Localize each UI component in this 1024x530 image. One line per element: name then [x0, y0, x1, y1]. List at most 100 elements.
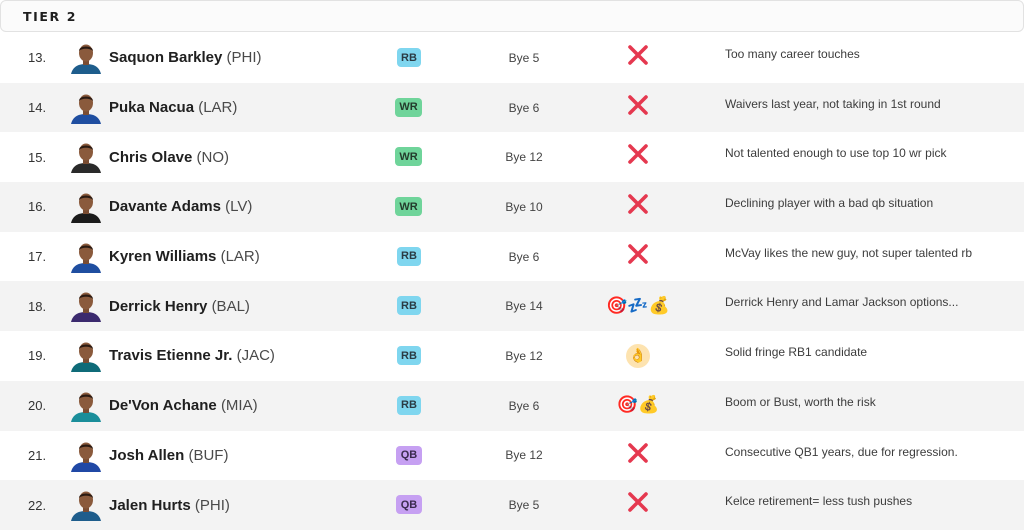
player-team: (BAL): [211, 297, 250, 315]
player-name-cell[interactable]: Derrick Henry (BAL): [109, 298, 250, 315]
player-avatar: [71, 141, 101, 174]
player-note: Solid fringe RB1 candidate: [725, 345, 868, 360]
bye-week: Bye 5: [508, 498, 540, 513]
player-team: (JAC): [236, 347, 275, 365]
player-avatar: [71, 241, 101, 273]
x-mark-icon: [626, 441, 650, 470]
player-rank: 22.: [28, 497, 47, 513]
position-badge: QB: [396, 495, 422, 515]
player-note: Too many career touches: [725, 47, 860, 61]
x-mark-icon: [626, 43, 650, 72]
player-note: Waivers last year, not taking in 1st rou…: [725, 96, 941, 111]
verdict-cell: [590, 33, 686, 82]
player-team: (LAR): [220, 248, 260, 266]
ok-hand-icon: 👌: [626, 343, 650, 368]
bye-week: Bye 5: [508, 50, 540, 65]
player-rank: 20.: [28, 398, 47, 414]
position-badge: RB: [397, 395, 421, 415]
bye-week: Bye 12: [505, 348, 543, 363]
bye-week: Bye 6: [508, 398, 540, 413]
verdict-cell: 🎯 💰: [590, 381, 686, 430]
table-row[interactable]: 20. De'Von Achane (MIA) RB Bye 6 🎯 💰 Boom or B…: [0, 380, 1024, 431]
position-badge: RB: [397, 346, 421, 366]
verdict-cell: [590, 431, 686, 480]
table-row[interactable]: 17. Kyren Williams (LAR) RB Bye 6 McVay like…: [0, 232, 1024, 282]
player-note: Boom or Bust, worth the risk: [725, 394, 876, 409]
player-rank: 18.: [28, 298, 47, 314]
player-rank: 14.: [28, 100, 47, 116]
player-note: Derrick Henry and Lamar Jackson options.…: [725, 295, 959, 310]
bye-week: Bye 12: [505, 448, 543, 463]
player-avatar: [71, 42, 101, 74]
player-rank: 16.: [28, 199, 47, 215]
player-name-cell[interactable]: Josh Allen (BUF): [109, 447, 228, 464]
player-note: Declining player with a bad qb situation: [725, 196, 934, 211]
player-rank: 19.: [28, 348, 47, 364]
player-team: (LAR): [198, 99, 238, 117]
verdict-cell: 🎯 💤 💰: [590, 281, 686, 330]
player-avatar: [71, 489, 101, 522]
sleep-icon: 💤: [627, 295, 649, 316]
bye-week: Bye 6: [508, 249, 540, 264]
player-rank: 17.: [28, 249, 47, 265]
bye-week: Bye 12: [505, 150, 543, 165]
player-name-cell[interactable]: Chris Olave (NO): [109, 149, 229, 166]
player-name-cell[interactable]: Puka Nacua (LAR): [109, 99, 237, 116]
player-name[interactable]: Travis Etienne Jr.: [109, 347, 232, 364]
position-badge: WR: [395, 197, 422, 217]
verdict-cell: [590, 83, 686, 132]
player-name-cell[interactable]: Davante Adams (LV): [109, 198, 252, 215]
player-name[interactable]: Puka Nacua: [109, 99, 194, 116]
player-avatar: [71, 440, 101, 472]
player-name[interactable]: De'Von Achane: [109, 397, 217, 414]
player-avatar: [71, 390, 101, 422]
x-mark-icon: [626, 242, 650, 271]
target-icon: 🎯: [616, 395, 638, 416]
player-name[interactable]: Davante Adams: [109, 198, 221, 215]
player-name-cell[interactable]: De'Von Achane (MIA): [109, 397, 258, 414]
x-mark-icon: [626, 192, 650, 221]
player-note: Not talented enough to use top 10 wr pic…: [725, 146, 947, 161]
player-avatar: [71, 191, 101, 224]
player-team: (MIA): [220, 397, 258, 415]
player-name[interactable]: Derrick Henry: [109, 298, 207, 315]
player-name[interactable]: Jalen Hurts: [109, 497, 191, 514]
bye-week: Bye 10: [505, 199, 543, 214]
player-team: (BUF): [188, 446, 229, 464]
player-name-cell[interactable]: Travis Etienne Jr. (JAC): [109, 347, 275, 364]
table-row[interactable]: 14. Puka Nacua (LAR) WR Bye 6 Waivers last y…: [0, 82, 1024, 133]
player-name[interactable]: Josh Allen: [109, 447, 184, 464]
player-note: Kelce retirement= less tush pushes: [725, 494, 913, 509]
player-rank: 15.: [28, 149, 47, 165]
table-row[interactable]: 16. Davante Adams (LV) WR Bye 10 Declining p…: [0, 182, 1024, 232]
player-name-cell[interactable]: Jalen Hurts (PHI): [109, 497, 230, 514]
verdict-cell: [590, 232, 686, 281]
position-badge: RB: [397, 296, 421, 316]
player-name-cell[interactable]: Saquon Barkley (PHI): [109, 49, 262, 66]
table-row[interactable]: 18. Derrick Henry (BAL) RB Bye 14 🎯 💤 💰 Derrick…: [0, 281, 1024, 332]
tier-label: TIER 2: [23, 8, 77, 24]
player-avatar: [71, 290, 101, 323]
table-row[interactable]: 13. Saquon Barkley (PHI) RB Bye 5 Too many c…: [0, 33, 1024, 83]
money-bag-icon: 💰: [648, 295, 670, 316]
verdict-cell: [590, 480, 686, 529]
bye-week: Bye 14: [505, 299, 543, 314]
player-name[interactable]: Kyren Williams: [109, 248, 216, 265]
player-name-cell[interactable]: Kyren Williams (LAR): [109, 248, 260, 265]
player-note: McVay likes the new guy, not super talen…: [725, 245, 973, 260]
player-name[interactable]: Chris Olave: [109, 149, 192, 166]
player-team: (PHI): [226, 49, 262, 67]
player-avatar: [71, 92, 101, 124]
table-row[interactable]: 21. Josh Allen (BUF) QB Bye 12 Consecutive Q…: [0, 431, 1024, 481]
player-note: Consecutive QB1 years, due for regressio…: [725, 444, 958, 459]
player-name[interactable]: Saquon Barkley: [109, 49, 222, 66]
table-row[interactable]: 15. Chris Olave (NO) WR Bye 12 Not talented …: [0, 132, 1024, 182]
position-badge: WR: [395, 97, 422, 117]
tier-header: TIER 2: [0, 0, 1024, 32]
table-row[interactable]: 19. Travis Etienne Jr. (JAC) RB Bye 12 👌 Soli…: [0, 331, 1024, 381]
x-mark-icon: [626, 93, 650, 122]
x-mark-icon: [626, 142, 650, 171]
player-rank: 21.: [28, 447, 47, 463]
table-row[interactable]: 22. Jalen Hurts (PHI) QB Bye 5 Kelce retirem…: [0, 480, 1024, 530]
verdict-cell: [590, 182, 686, 231]
